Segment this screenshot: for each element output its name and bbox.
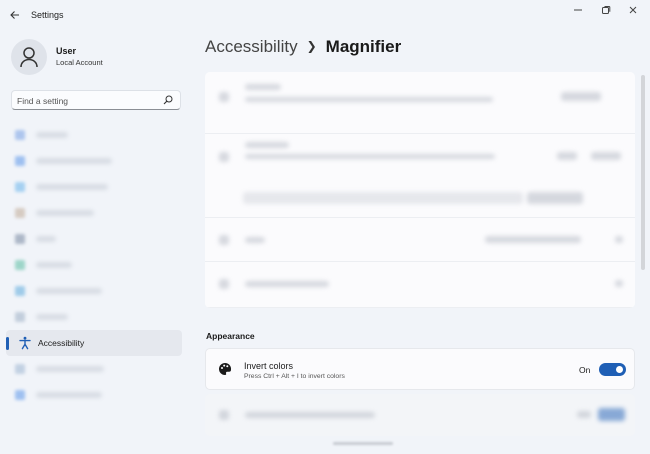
- palette-icon: [219, 362, 232, 375]
- blurred-setting-row: [205, 394, 635, 436]
- breadcrumb: Accessibility ❯ Magnifier: [205, 37, 401, 57]
- blurred-setting-row: [205, 72, 635, 134]
- avatar[interactable]: [11, 39, 47, 75]
- sidebar-item[interactable]: [6, 304, 182, 330]
- search-icon[interactable]: [163, 95, 173, 105]
- blurred-setting-row: [205, 218, 635, 262]
- sidebar-item[interactable]: [6, 252, 182, 278]
- search-box[interactable]: [11, 90, 181, 110]
- accessibility-icon: [19, 336, 31, 350]
- section-title-appearance: Appearance: [206, 331, 255, 341]
- account-type: Local Account: [56, 58, 103, 67]
- sidebar-item-accessibility[interactable]: Accessibility: [6, 330, 182, 356]
- minimize-icon[interactable]: [568, 5, 588, 19]
- user-name: User: [56, 46, 77, 56]
- sidebar-item[interactable]: [6, 148, 182, 174]
- close-icon[interactable]: [623, 5, 643, 19]
- scrollbar-thumb[interactable]: [641, 75, 645, 270]
- sidebar-item[interactable]: [6, 122, 182, 148]
- title-bar: Settings: [0, 0, 650, 32]
- sidebar-nav: Accessibility: [6, 122, 182, 408]
- window-title: Settings: [31, 10, 64, 20]
- toggle-state-label: On: [579, 365, 591, 375]
- blurred-setting-row: [205, 134, 635, 218]
- invert-colors-setting[interactable]: Invert colors Press Ctrl + Alt + I to in…: [205, 348, 635, 390]
- chevron-right-icon: ❯: [306, 39, 317, 53]
- sidebar-item[interactable]: [6, 174, 182, 200]
- sidebar-item[interactable]: [6, 226, 182, 252]
- setting-title: Invert colors: [244, 361, 294, 371]
- back-arrow-icon[interactable]: [8, 9, 22, 23]
- active-indicator: [6, 337, 9, 350]
- blurred-settings-group: [205, 72, 635, 308]
- invert-colors-toggle[interactable]: [599, 363, 626, 376]
- setting-description: Press Ctrl + Alt + I to invert colors: [244, 373, 345, 380]
- restore-icon[interactable]: [596, 5, 616, 19]
- sidebar-item[interactable]: [6, 278, 182, 304]
- sidebar-item-label: Accessibility: [38, 338, 85, 348]
- sidebar-item[interactable]: [6, 356, 182, 382]
- scroll-indicator: [333, 442, 393, 445]
- toggle-knob: [616, 366, 623, 373]
- sidebar-item[interactable]: [6, 382, 182, 408]
- person-icon: [20, 47, 38, 68]
- blurred-setting-row: [205, 262, 635, 308]
- search-input[interactable]: [17, 94, 157, 107]
- page-title: Magnifier: [325, 37, 402, 56]
- breadcrumb-parent[interactable]: Accessibility: [205, 37, 298, 56]
- sidebar-item[interactable]: [6, 200, 182, 226]
